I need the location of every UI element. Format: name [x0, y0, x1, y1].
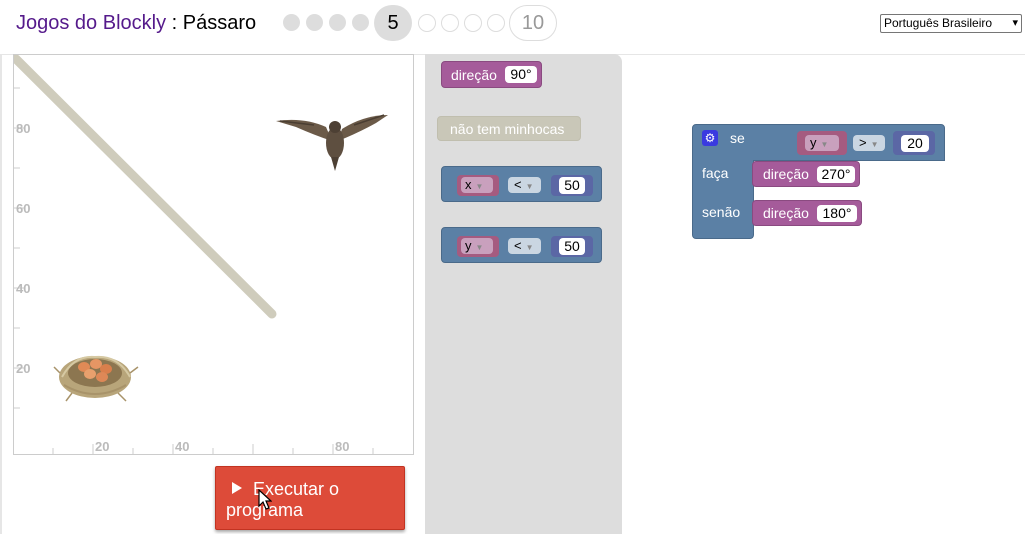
variable-x-name: x — [465, 177, 472, 192]
operator-y-dropdown[interactable]: < ▼ — [508, 238, 541, 254]
level-dot-7[interactable] — [441, 14, 459, 32]
level-dot-3[interactable] — [329, 14, 346, 31]
last-level-badge[interactable]: 10 — [509, 5, 557, 41]
operator-y-symbol: < — [514, 238, 522, 253]
compare-y-block[interactable]: y ▼ < ▼ 50 — [441, 227, 602, 263]
number-y-value[interactable]: 50 — [559, 238, 585, 255]
variable-y-dropdown[interactable]: y ▼ — [461, 238, 493, 254]
dropdown-arrow-icon: ▼ — [525, 182, 534, 191]
variable-x-slot[interactable]: x ▼ — [457, 175, 499, 196]
game-name: Pássaro — [182, 12, 257, 34]
y-label-80: 80 — [16, 121, 31, 136]
level-dot-2[interactable] — [306, 14, 323, 31]
bird-icon — [276, 114, 388, 171]
do-heading-label: direção — [763, 166, 809, 182]
wall — [14, 55, 277, 319]
compare-x-block[interactable]: x ▼ < ▼ 50 — [441, 166, 602, 202]
dropdown-arrow-icon: ▼ — [870, 140, 879, 149]
title-separator: : — [166, 12, 183, 34]
variable-y-slot[interactable]: y ▼ — [457, 236, 499, 257]
level-dot-1[interactable] — [283, 14, 300, 31]
number-x-slot: 50 — [551, 175, 593, 196]
operator-x-symbol: < — [514, 177, 522, 192]
condition-variable-dropdown[interactable]: y ▼ — [805, 135, 839, 151]
run-button-label: Executar o programa — [226, 479, 340, 520]
current-level-badge[interactable]: 5 — [374, 5, 412, 41]
no-worm-label: não tem minhocas — [450, 121, 565, 137]
dropdown-arrow-icon: ▼ — [475, 182, 484, 191]
run-program-button[interactable]: Executar o programa — [215, 466, 405, 530]
heading-block[interactable]: direção 90° — [441, 61, 542, 88]
condition-variable-slot[interactable]: y ▼ — [797, 131, 847, 155]
else-heading-label: direção — [763, 205, 809, 221]
else-label: senão — [702, 204, 741, 220]
left-border — [0, 54, 2, 534]
dropdown-arrow-icon: ▼ — [820, 140, 829, 149]
if-block-header[interactable]: ⚙ se y ▼ > ▼ 20 — [692, 124, 945, 161]
if-block-body[interactable]: faça senão — [692, 160, 754, 239]
x-label-20: 20 — [95, 439, 110, 454]
y-label-60: 60 — [16, 201, 31, 216]
do-heading-block[interactable]: direção 270° — [752, 161, 860, 187]
game-stage: 80 60 40 20 20 40 80 — [13, 54, 414, 455]
stage-canvas — [14, 55, 388, 454]
number-y-slot: 50 — [551, 236, 593, 257]
heading-value[interactable]: 90° — [505, 66, 537, 83]
do-label: faça — [702, 165, 729, 181]
condition-operator-dropdown[interactable]: > ▼ — [853, 135, 885, 151]
if-else-block[interactable]: ⚙ se y ▼ > ▼ 20 faça senão direção 270° di… — [692, 124, 945, 239]
gear-icon[interactable]: ⚙ — [702, 130, 718, 146]
x-label-40: 40 — [175, 439, 190, 454]
y-label-20: 20 — [16, 361, 31, 376]
condition-operator-symbol: > — [859, 135, 867, 150]
operator-x-dropdown[interactable]: < ▼ — [508, 177, 541, 193]
number-x-value[interactable]: 50 — [559, 177, 585, 194]
language-value: Português Brasileiro — [884, 16, 993, 30]
level-dot-8[interactable] — [464, 14, 482, 32]
page-title: Jogos do Blockly : Pássaro — [16, 12, 256, 35]
language-select[interactable]: Português Brasileiro ▾ — [880, 14, 1022, 33]
condition-number-slot: 20 — [893, 131, 935, 155]
level-dot-4[interactable] — [352, 14, 369, 31]
no-worm-block: não tem minhocas — [437, 116, 581, 141]
if-label: se — [730, 130, 745, 146]
else-heading-block[interactable]: direção 180° — [752, 200, 862, 226]
header: Jogos do Blockly : Pássaro 5 10 Portuguê… — [0, 0, 1025, 54]
dropdown-arrow-icon: ▼ — [475, 243, 484, 252]
variable-y-name: y — [465, 238, 472, 253]
variable-x-dropdown[interactable]: x ▼ — [461, 177, 493, 193]
blockly-games-link[interactable]: Jogos do Blockly — [16, 12, 166, 34]
level-dot-9[interactable] — [487, 14, 505, 32]
level-dot-6[interactable] — [418, 14, 436, 32]
nest-icon — [53, 355, 139, 402]
heading-block-label: direção — [451, 67, 497, 83]
x-label-80: 80 — [335, 439, 350, 454]
do-heading-value[interactable]: 270° — [817, 166, 855, 183]
else-heading-value[interactable]: 180° — [817, 205, 857, 222]
mouse-cursor-icon — [258, 489, 272, 510]
condition-variable-name: y — [810, 135, 817, 150]
dropdown-arrow-icon: ▼ — [525, 243, 534, 252]
y-label-40: 40 — [16, 281, 31, 296]
condition-number-value[interactable]: 20 — [901, 135, 929, 152]
chevron-down-icon: ▾ — [1012, 17, 1018, 29]
